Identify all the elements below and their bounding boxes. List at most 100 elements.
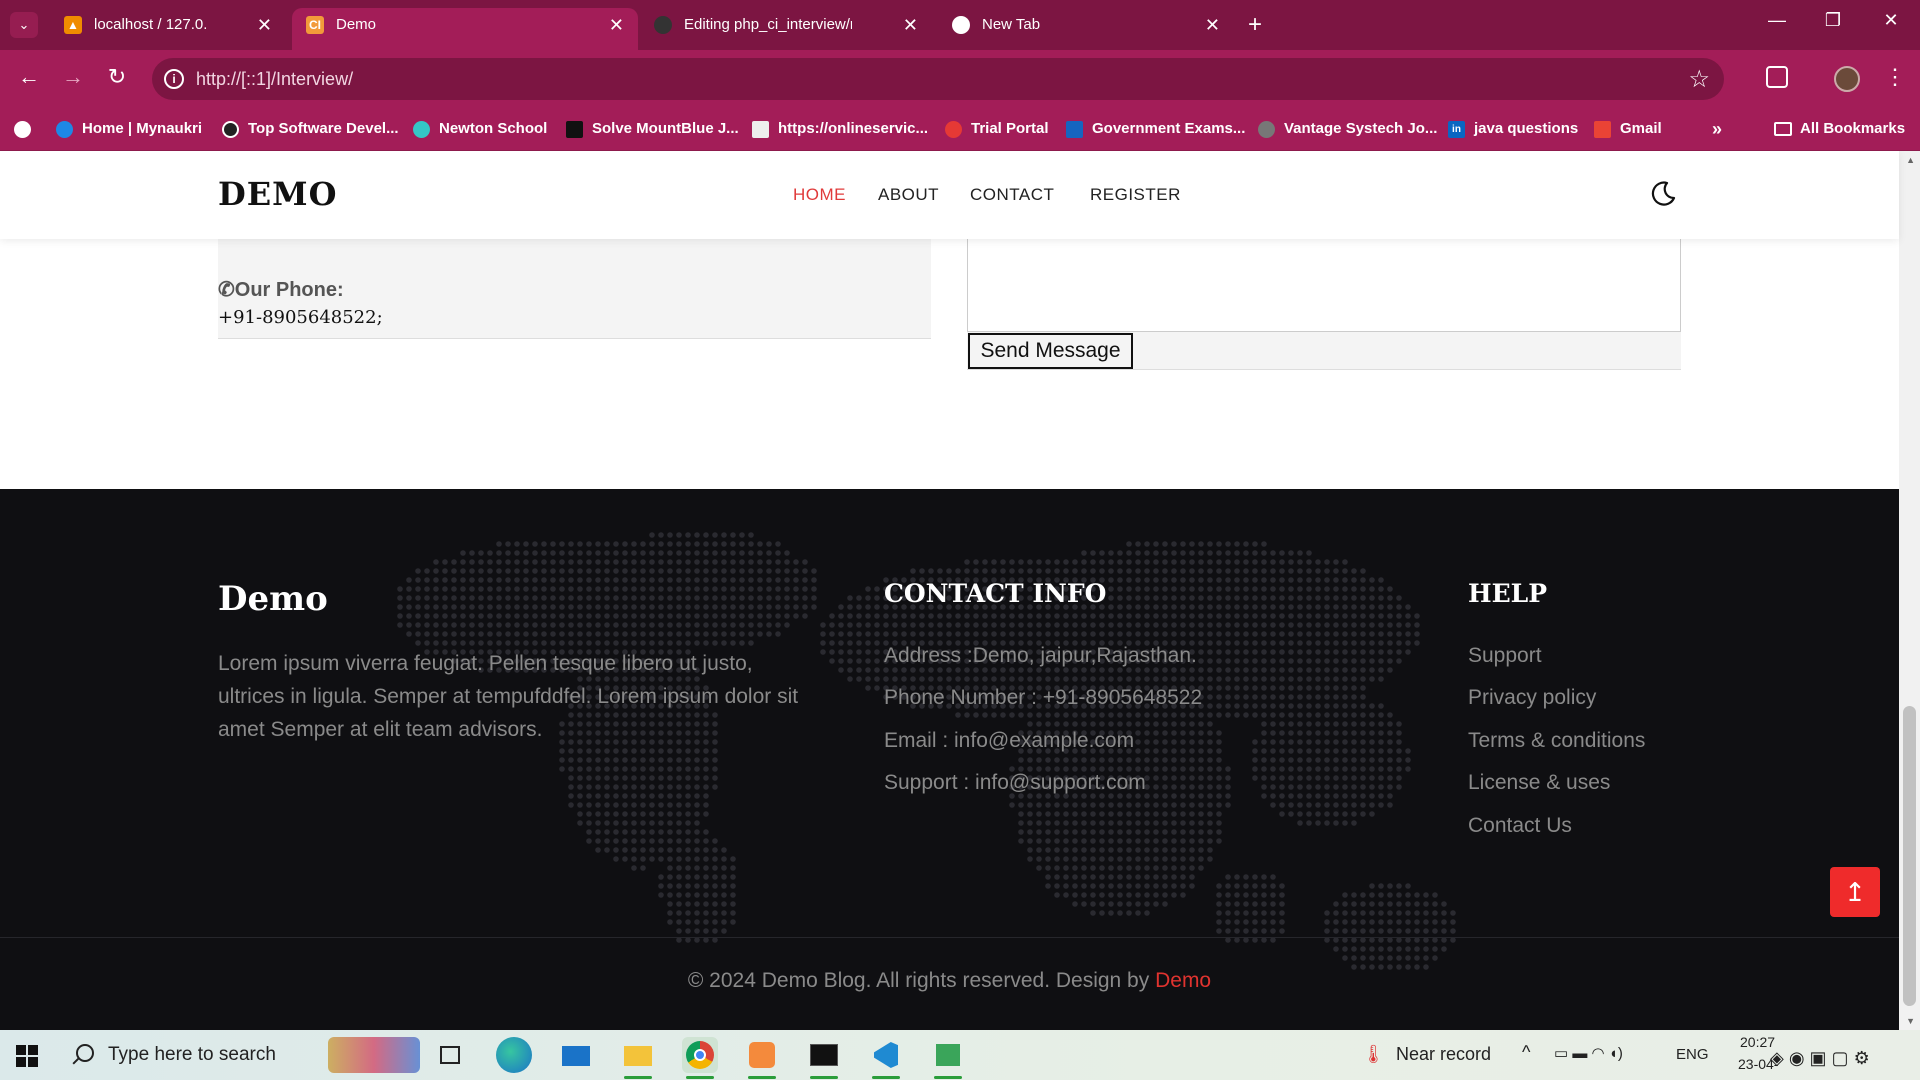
bookmark-favicon-icon <box>945 121 962 138</box>
task-view-icon[interactable] <box>432 1037 468 1073</box>
bookmark-item[interactable]: Vantage Systech Jo... <box>1258 116 1437 142</box>
scroll-thumb[interactable] <box>1903 706 1916 1006</box>
back-to-top-button[interactable]: ↥ <box>1830 867 1880 917</box>
bookmark-favicon-icon <box>1066 121 1083 138</box>
copyright-text: © 2024 Demo Blog. All rights reserved. D… <box>687 969 1212 992</box>
footer-address: Address :Demo, jaipur,Rajasthan. <box>884 644 1197 667</box>
nav-contact[interactable]: CONTACT <box>970 185 1054 205</box>
terminal-icon[interactable] <box>806 1037 842 1079</box>
close-icon[interactable]: ✕ <box>903 8 918 42</box>
tab-new-tab[interactable]: New Tab ✕ <box>938 8 1234 50</box>
site-footer: Demo Lorem ipsum viverra feugiat. Pellen… <box>0 489 1899 1030</box>
help-link-privacy[interactable]: Privacy policy <box>1468 686 1596 710</box>
bookmark-favicon-icon <box>1258 121 1275 138</box>
help-link-support[interactable]: Support <box>1468 644 1542 668</box>
tray-icons[interactable]: ▭ ▬ ◠ ◖) <box>1554 1044 1623 1062</box>
reload-button[interactable]: ↻ <box>102 64 132 90</box>
tray-chevron-icon[interactable]: ^ <box>1522 1042 1530 1063</box>
chrome-taskbar-icon[interactable] <box>682 1037 718 1079</box>
github-icon <box>654 16 672 34</box>
site-info-icon[interactable]: i <box>164 69 184 89</box>
nav-about[interactable]: ABOUT <box>878 185 939 205</box>
bookmark-item[interactable]: Top Software Devel... <box>222 116 399 142</box>
language-indicator[interactable]: ENG <box>1676 1046 1709 1063</box>
more-bookmarks-icon[interactable]: » <box>1712 116 1722 142</box>
phone-value: +91-8905648522; <box>218 307 383 328</box>
bookmark-item[interactable]: Solve MountBlue J... <box>566 116 739 142</box>
bookmark-item[interactable]: Newton School <box>413 116 547 142</box>
site-header: DEMO HOME ABOUT CONTACT REGISTER <box>0 151 1899 239</box>
help-link-contact[interactable]: Contact Us <box>1468 814 1572 838</box>
page-scrollbar[interactable]: ▲ ▼ <box>1899 151 1920 1030</box>
footer-about-text: Lorem ipsum viverra feugiat. Pellen tesq… <box>218 652 799 741</box>
vscode-icon[interactable] <box>868 1037 904 1079</box>
help-heading: HELP <box>1468 579 1548 608</box>
copyright-brand-link[interactable]: Demo <box>1155 969 1211 992</box>
bookmark-item[interactable]: in java questions <box>1448 116 1578 142</box>
tab-title: Demo <box>336 16 377 33</box>
bookmark-item[interactable]: https://onlineservic... <box>752 116 928 142</box>
edge-icon[interactable] <box>496 1037 532 1073</box>
close-icon[interactable]: ✕ <box>1205 8 1220 42</box>
back-button[interactable]: ← <box>14 64 44 90</box>
minimize-button[interactable]: — <box>1762 10 1792 31</box>
restore-button[interactable]: ❐ <box>1818 10 1848 31</box>
bookmarks-bar: Home | Mynaukri Top Software Devel... Ne… <box>0 108 1920 151</box>
nav-register[interactable]: REGISTER <box>1090 185 1181 205</box>
file-explorer-icon[interactable] <box>620 1037 656 1079</box>
site-logo[interactable]: DEMO <box>218 175 337 213</box>
send-message-button[interactable]: Send Message <box>968 333 1133 369</box>
linkedin-icon: in <box>1448 121 1465 138</box>
profile-avatar[interactable] <box>1834 66 1860 92</box>
url-text[interactable]: http://[::1]/Interview/ <box>196 69 353 90</box>
help-link-terms[interactable]: Terms & conditions <box>1468 729 1645 753</box>
scroll-up-arrow-icon[interactable]: ▲ <box>1906 155 1915 165</box>
bookmark-star-icon[interactable]: ☆ <box>1688 65 1710 94</box>
new-tab-button[interactable]: + <box>1240 10 1270 40</box>
close-icon[interactable]: ✕ <box>257 8 272 42</box>
search-placeholder[interactable]: Type here to search <box>108 1044 276 1066</box>
chrome-icon <box>952 16 970 34</box>
help-link-license[interactable]: License & uses <box>1468 771 1610 795</box>
phone-label-row: ✆Our Phone: <box>218 279 344 301</box>
extensions-icon[interactable] <box>1766 66 1788 88</box>
windows-start-icon[interactable] <box>16 1045 38 1067</box>
bookmark-item[interactable]: Home | Mynaukri <box>56 116 202 142</box>
menu-kebab-icon[interactable]: ⋮ <box>1884 64 1906 90</box>
scroll-down-arrow-icon[interactable]: ▼ <box>1906 1016 1915 1026</box>
all-bookmarks-button[interactable]: All Bookmarks <box>1774 116 1905 142</box>
phone-icon: ✆ <box>218 279 235 301</box>
tab-demo[interactable]: CI Demo ✕ <box>292 8 638 50</box>
tab-title: Editing php_ci_interview/readm <box>684 16 852 33</box>
footer-support: Support : info@support.com <box>884 771 1146 794</box>
photo-app-icon[interactable] <box>930 1037 966 1079</box>
tab-title: New Tab <box>982 16 1041 33</box>
close-window-button[interactable]: ✕ <box>1876 10 1906 31</box>
mail-icon[interactable] <box>558 1037 594 1073</box>
forward-button[interactable]: → <box>58 64 88 90</box>
contact-info-heading: CONTACT INFO <box>884 579 1107 608</box>
screen-capture-overlay-icons[interactable]: ◈ ◉ ▣ ▢ ⚙ <box>1770 1048 1870 1069</box>
gmail-icon <box>1594 121 1611 138</box>
address-bar[interactable]: i http://[::1]/Interview/ ☆ <box>152 58 1724 100</box>
world-map-background <box>397 532 1456 970</box>
browser-tab-strip: ⌄ ▲ localhost / 127.0.0.1 | phpMyAc ✕ CI… <box>0 0 1920 50</box>
xampp-icon[interactable] <box>744 1037 780 1079</box>
bookmark-item[interactable]: Trial Portal <box>945 116 1049 142</box>
folder-icon <box>1774 122 1792 136</box>
bookmark-item[interactable]: Government Exams... <box>1066 116 1245 142</box>
arrow-up-icon: ↥ <box>1844 877 1866 907</box>
dark-mode-moon-icon[interactable] <box>1648 179 1678 209</box>
browser-toolbar: ← → ↻ i http://[::1]/Interview/ ☆ <box>0 50 1920 108</box>
weather-icon: 🌡 <box>1362 1044 1385 1064</box>
footer-brand: Demo <box>218 579 328 619</box>
close-icon[interactable]: ✕ <box>609 8 624 42</box>
weather-text[interactable]: Near record <box>1396 1044 1491 1065</box>
search-highlight-books-icon <box>328 1037 420 1073</box>
bookmark-item[interactable]: Gmail <box>1594 116 1662 142</box>
tab-github-editing[interactable]: Editing php_ci_interview/readm ✕ <box>640 8 932 50</box>
tab-search-button[interactable]: ⌄ <box>10 12 38 38</box>
message-textarea[interactable] <box>967 239 1681 332</box>
tab-phpmyadmin[interactable]: ▲ localhost / 127.0.0.1 | phpMyAc ✕ <box>50 8 286 50</box>
nav-home[interactable]: HOME <box>793 185 846 205</box>
